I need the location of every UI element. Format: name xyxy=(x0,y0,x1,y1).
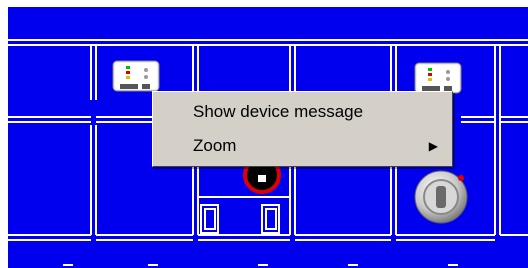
context-menu: Show device message Zoom ▶ xyxy=(152,91,453,167)
smoke-detector-icon[interactable] xyxy=(112,60,160,94)
menu-item-label: Show device message xyxy=(193,102,364,121)
info-button-icon[interactable] xyxy=(413,169,469,225)
submenu-arrow-icon: ▶ xyxy=(428,139,438,153)
menu-item-label: Zoom xyxy=(193,136,237,155)
menu-item-zoom[interactable]: Zoom ▶ xyxy=(153,129,452,163)
menu-item-show-device-message[interactable]: Show device message xyxy=(153,95,452,129)
